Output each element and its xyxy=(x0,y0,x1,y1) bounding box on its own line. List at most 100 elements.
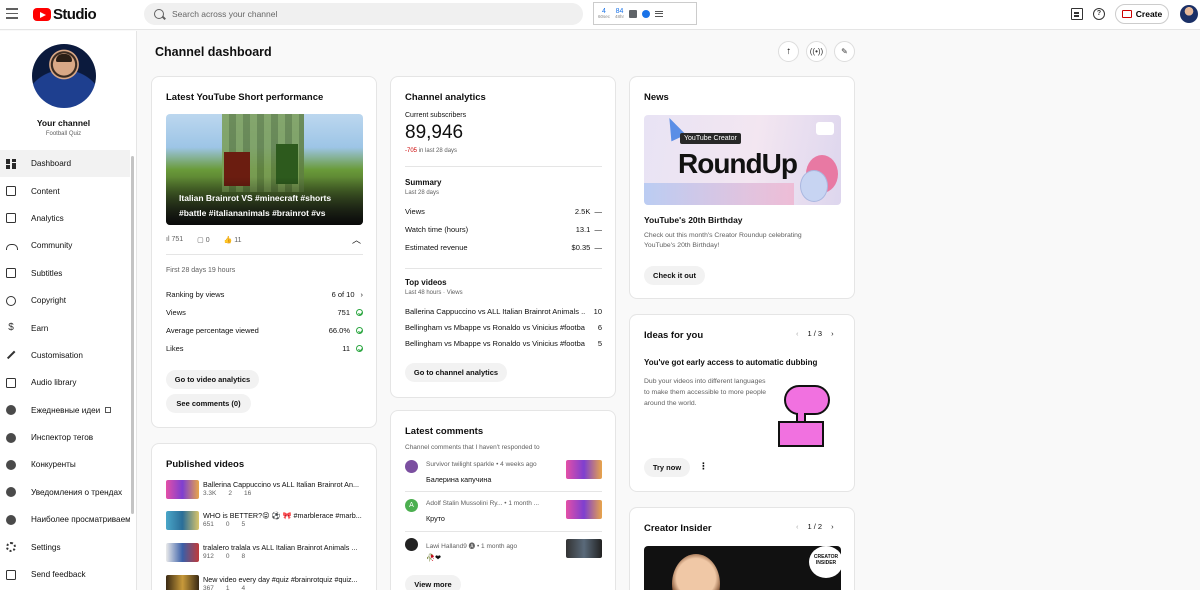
sidebar-item-content[interactable]: Content xyxy=(0,177,130,204)
sidebar-item-trends[interactable]: Уведомления о трендах xyxy=(0,479,130,506)
create-label: Create xyxy=(1135,9,1163,19)
subscribers-change-suffix: in last 28 days xyxy=(417,148,458,154)
next-chevron-icon[interactable]: › xyxy=(831,329,834,338)
likes-value: 8 xyxy=(241,553,246,560)
upload-button[interactable]: ⭡ xyxy=(778,41,799,62)
comment-author[interactable]: Adolf Stalin Mussolini Ry... • 1 month .… xyxy=(426,500,539,507)
search-bar[interactable] xyxy=(144,3,583,25)
top-videos-period: Last 48 hours · Views xyxy=(405,290,463,296)
create-post-button[interactable]: ✎ xyxy=(834,41,855,62)
card-title: Ideas for you xyxy=(644,330,704,341)
creator-insider-thumbnail[interactable]: CREATOR INSIDER xyxy=(644,546,841,590)
banner-title: RoundUp xyxy=(678,148,798,179)
card-title: Channel analytics xyxy=(405,92,486,103)
sidebar-item-competitors[interactable]: Конкуренты xyxy=(0,451,130,478)
ext-square-icon[interactable] xyxy=(629,9,638,18)
collapse-chevron-icon[interactable]: ︿ xyxy=(352,233,361,246)
studio-logo[interactable]: Studio xyxy=(33,6,97,23)
summary-label: Estimated revenue xyxy=(405,243,468,252)
menu-icon[interactable] xyxy=(6,8,18,20)
top-video-row[interactable]: Ballerina Cappuccino vs ALL Italian Brai… xyxy=(405,307,602,316)
comment-author[interactable]: Lawi Halland9 🅐 • 1 month ago xyxy=(426,540,517,550)
search-icon xyxy=(154,9,164,19)
more-options-icon[interactable]: ⋮ xyxy=(699,461,708,472)
sidebar-item-earn[interactable]: $ Earn xyxy=(0,314,130,341)
channel-avatar[interactable] xyxy=(32,44,96,108)
sidebar-item-label: Dashboard xyxy=(31,159,72,169)
account-avatar[interactable] xyxy=(1180,5,1198,23)
sidebar-item-dashboard[interactable]: Dashboard xyxy=(0,150,130,178)
commenter-avatar[interactable]: A xyxy=(405,499,418,512)
summary-value-wrap: $0.35 — xyxy=(571,243,602,252)
video-title[interactable]: Ballerina Cappuccino vs ALL Italian Brai… xyxy=(203,480,368,489)
sidebar-item-most-viewed[interactable]: Наиболее просматриваемые xyxy=(0,506,130,533)
comments-stat: ▢ 0 xyxy=(197,236,209,244)
try-now-button[interactable]: Try now xyxy=(644,458,690,477)
subscribers-change: -705 xyxy=(405,148,418,154)
video-thumbnail[interactable] xyxy=(166,575,199,590)
prev-chevron-icon[interactable]: ‹ xyxy=(796,329,799,338)
go-live-button[interactable]: ((•)) xyxy=(806,41,827,62)
sidebar-item-analytics[interactable]: Analytics xyxy=(0,205,130,232)
comment-video-thumbnail[interactable] xyxy=(566,460,602,479)
commenter-avatar[interactable] xyxy=(405,538,418,551)
ranking-row[interactable]: Ranking by views 6 of 10 › xyxy=(166,290,363,299)
check-it-out-button[interactable]: Check it out xyxy=(644,266,705,285)
sidebar-item-ideas[interactable]: Ежедневные идеи xyxy=(0,397,130,424)
short-quick-stats: ıl 751 ▢ 0 👍 11 xyxy=(166,236,242,244)
messages-icon[interactable] xyxy=(1071,8,1083,20)
sidebar-item-tags[interactable]: Инспектор тегов xyxy=(0,424,130,451)
comment-video-thumbnail[interactable] xyxy=(566,500,602,519)
sidebar-item-audio-library[interactable]: Audio library xyxy=(0,369,130,396)
likes-value: 5 xyxy=(241,521,246,528)
sidebar-item-customisation[interactable]: Customisation xyxy=(0,342,130,369)
sidebar-item-label: Наиболее просматриваемые xyxy=(31,515,130,525)
next-chevron-icon[interactable]: › xyxy=(831,522,834,531)
metric-value-wrap: 11 xyxy=(342,344,363,353)
card-title: News xyxy=(644,92,669,103)
copyright-icon xyxy=(6,295,16,306)
views-value: 651 xyxy=(203,521,214,528)
live-icon: ((•)) xyxy=(809,47,824,56)
view-more-button[interactable]: View more xyxy=(405,575,461,590)
see-comments-button[interactable]: See comments (0) xyxy=(166,394,251,413)
pager-text: 1 / 3 xyxy=(807,329,823,338)
top-video-row[interactable]: Bellingham vs Mbappe vs Ronaldo vs Vinic… xyxy=(405,323,602,332)
metric-value: 11 xyxy=(342,344,350,353)
divider xyxy=(405,491,602,492)
short-thumbnail[interactable]: Italian Brainrot VS #minecraft #shorts #… xyxy=(166,114,363,225)
create-button[interactable]: Create xyxy=(1115,4,1169,24)
video-thumbnail[interactable] xyxy=(166,480,199,499)
comments-value: 1 xyxy=(225,585,230,590)
ext-circle-icon[interactable] xyxy=(642,9,651,18)
video-thumbnail[interactable] xyxy=(166,543,199,562)
sidebar-item-subtitles[interactable]: Subtitles xyxy=(0,260,130,287)
prev-chevron-icon[interactable]: ‹ xyxy=(796,522,799,531)
sidebar-item-community[interactable]: Community xyxy=(0,232,130,259)
video-title[interactable]: tralalero tralala vs ALL Italian Brainro… xyxy=(203,543,368,552)
top-video-row[interactable]: Bellingham vs Mbappe vs Ronaldo vs Vinic… xyxy=(405,339,602,348)
news-banner[interactable]: YouTube Creator RoundUp xyxy=(644,115,841,205)
go-to-channel-analytics-button[interactable]: Go to channel analytics xyxy=(405,363,507,382)
video-title[interactable]: WHO is BETTER?😝 ⚽ 🎀 #marblerace #marb... xyxy=(203,511,368,520)
dashboard-icon xyxy=(6,158,16,169)
banner-tag: YouTube Creator xyxy=(680,133,741,144)
metric-value-wrap: 66.0% xyxy=(329,326,363,335)
video-thumbnail[interactable] xyxy=(166,511,199,530)
sidebar-scrollbar[interactable] xyxy=(131,156,134,514)
comment-video-thumbnail[interactable] xyxy=(566,539,602,558)
commenter-avatar[interactable] xyxy=(405,460,418,473)
search-input[interactable] xyxy=(172,9,552,19)
sidebar-item-settings[interactable]: Settings xyxy=(0,533,130,560)
ext-menu-icon[interactable] xyxy=(655,10,664,17)
comment-author[interactable]: Survivor twilight sparkle • 4 weeks ago xyxy=(426,461,537,468)
go-to-video-analytics-button[interactable]: Go to video analytics xyxy=(166,370,259,389)
video-title[interactable]: New video every day #quiz #brainrotquiz … xyxy=(203,575,368,584)
sidebar-item-copyright[interactable]: Copyright xyxy=(0,287,130,314)
extension-widget[interactable]: 4 60sec 84 48hr xyxy=(593,2,697,25)
sidebar-item-label: Send feedback xyxy=(31,570,86,580)
sidebar-item-feedback[interactable]: Send feedback xyxy=(0,561,130,588)
video-stats: 367 1 4 xyxy=(203,585,245,590)
help-icon[interactable]: ? xyxy=(1093,8,1105,20)
card-title: Creator Insider xyxy=(644,523,712,534)
